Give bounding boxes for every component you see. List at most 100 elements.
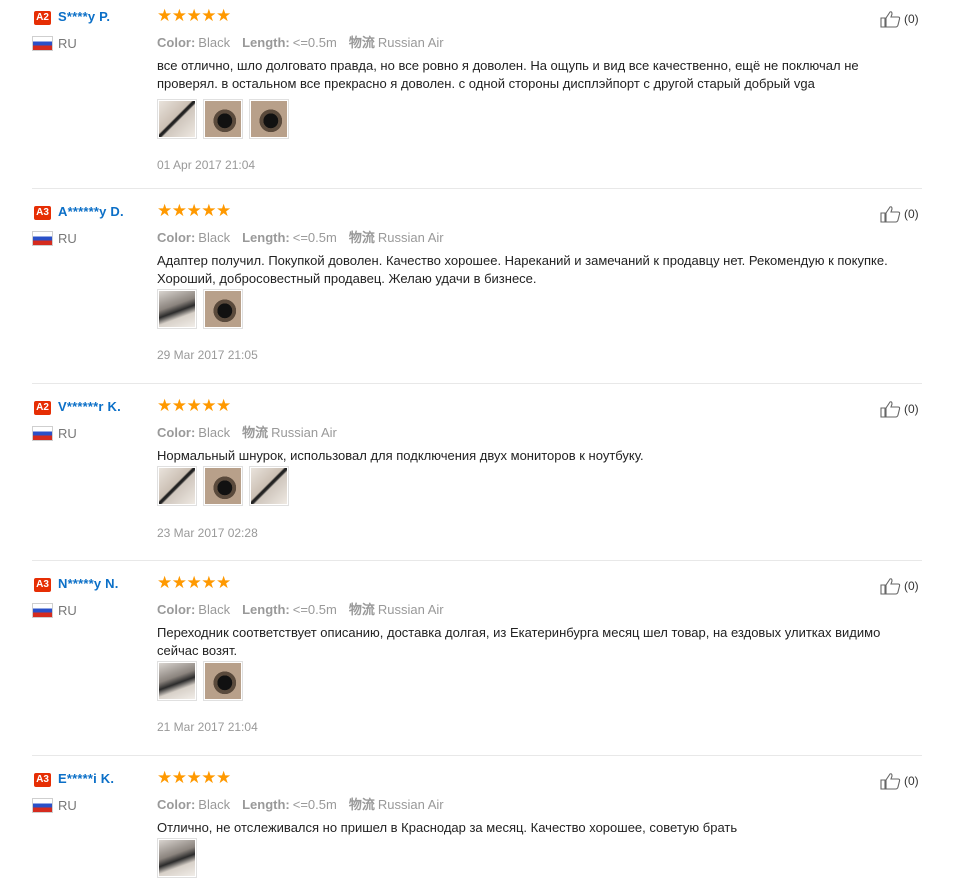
package-photo	[159, 840, 195, 876]
review-photo-thumbnail[interactable]	[203, 99, 243, 139]
review-photo-thumbnail[interactable]	[157, 289, 197, 329]
helpful-button[interactable]: (0)	[880, 577, 919, 595]
review-item: A3 N*****y N. RU ★★★★★ Color: Black Length: <=0…	[32, 573, 922, 756]
thumbs-up-icon	[880, 11, 901, 28]
length-label: Length:	[242, 797, 290, 812]
buyer-level-badge: A2	[34, 401, 51, 415]
review-item: A3 E*****i K. RU ★★★★★ Color: Black Length: <=0…	[32, 768, 922, 895]
thumbs-up-icon	[880, 773, 901, 790]
shipping-label: 物流	[348, 230, 375, 245]
reviewer-name[interactable]: V******r K.	[58, 399, 121, 414]
shipping-value: Russian Air	[377, 230, 444, 245]
color-label: Color:	[157, 425, 196, 440]
buyer-level-badge: A3	[34, 206, 51, 220]
review-photo-thumbnail[interactable]	[203, 661, 243, 701]
length-label: Length:	[242, 602, 290, 617]
order-info: Color: Black Length: <=0.5m 物流 Russian Air	[157, 794, 456, 813]
review-photo-thumbnail[interactable]	[157, 838, 197, 878]
review-item: A2 S****y P. RU ★★★★★ Color: Black Length: <=0.…	[32, 6, 922, 189]
buyer-level-badge: A3	[34, 578, 51, 592]
review-photos	[157, 838, 197, 878]
helpful-button[interactable]: (0)	[880, 772, 919, 790]
adapter-photo	[205, 468, 241, 504]
thumbs-up-icon	[880, 401, 901, 418]
russia-flag-icon	[33, 604, 52, 617]
russia-flag-icon	[33, 232, 52, 245]
order-info: Color: Black Length: <=0.5m 物流 Russian Air	[157, 32, 456, 51]
shipping-label: 物流	[348, 35, 375, 50]
review-photos	[157, 289, 243, 329]
cable-photo	[159, 468, 195, 504]
shipping-value: Russian Air	[377, 602, 444, 617]
length-label: Length:	[242, 230, 290, 245]
review-photo-thumbnail[interactable]	[157, 661, 197, 701]
review-date: 23 Mar 2017 02:28	[157, 526, 258, 540]
package-photo	[159, 291, 195, 327]
shipping-label: 物流	[242, 425, 269, 440]
shipping-value: Russian Air	[377, 797, 444, 812]
order-info: Color: Black 物流 Russian Air	[157, 422, 349, 441]
review-text: Нормальный шнурок, использовал для подкл…	[157, 448, 644, 463]
star-rating: ★★★★★	[157, 768, 231, 787]
buyer-level-badge: A2	[34, 11, 51, 25]
review-photo-thumbnail[interactable]	[249, 99, 289, 139]
length-label: Length:	[242, 35, 290, 50]
shipping-value: Russian Air	[377, 35, 444, 50]
color-value: Black	[198, 797, 231, 812]
reviewer-name[interactable]: S****y P.	[58, 9, 110, 24]
reviewer-country: RU	[58, 36, 77, 51]
russia-flag-icon	[33, 427, 52, 440]
review-photos	[157, 466, 289, 506]
star-rating: ★★★★★	[157, 396, 231, 415]
reviewer-country: RU	[58, 426, 77, 441]
review-photos	[157, 99, 289, 139]
russia-flag-icon	[33, 37, 52, 50]
review-photo-thumbnail[interactable]	[157, 466, 197, 506]
reviewer-country: RU	[58, 798, 77, 813]
reviewer-name[interactable]: N*****y N.	[58, 576, 119, 591]
helpful-count: (0)	[904, 579, 919, 593]
reviewer-country: RU	[58, 231, 77, 246]
adapter-photo	[205, 101, 241, 137]
reviewer-country: RU	[58, 603, 77, 618]
helpful-button[interactable]: (0)	[880, 400, 919, 418]
helpful-count: (0)	[904, 774, 919, 788]
color-label: Color:	[157, 797, 196, 812]
reviewer-name[interactable]: A******y D.	[58, 204, 124, 219]
cable-photo	[251, 468, 287, 504]
length-value: <=0.5m	[292, 230, 337, 245]
length-value: <=0.5m	[292, 797, 337, 812]
review-photo-thumbnail[interactable]	[203, 466, 243, 506]
helpful-button[interactable]: (0)	[880, 10, 919, 28]
reviewer-name[interactable]: E*****i K.	[58, 771, 114, 786]
star-rating: ★★★★★	[157, 573, 231, 592]
color-value: Black	[198, 602, 231, 617]
review-date: 29 Mar 2017 21:05	[157, 348, 258, 362]
package-photo	[159, 663, 195, 699]
shipping-value: Russian Air	[271, 425, 337, 440]
color-value: Black	[198, 35, 231, 50]
helpful-count: (0)	[904, 402, 919, 416]
buyer-level-badge: A3	[34, 773, 51, 787]
star-rating: ★★★★★	[157, 6, 231, 25]
helpful-count: (0)	[904, 12, 919, 26]
order-info: Color: Black Length: <=0.5m 物流 Russian Air	[157, 227, 456, 246]
review-photos	[157, 661, 243, 701]
review-photo-thumbnail[interactable]	[203, 289, 243, 329]
color-value: Black	[198, 230, 231, 245]
review-text: Адаптер получил. Покупкой доволен. Качес…	[157, 253, 888, 286]
helpful-button[interactable]: (0)	[880, 205, 919, 223]
color-label: Color:	[157, 35, 196, 50]
review-item: A2 V******r K. RU ★★★★★ Color: Black 物流 Russian…	[32, 396, 922, 561]
shipping-label: 物流	[348, 797, 375, 812]
adapter-photo	[205, 291, 241, 327]
russia-flag-icon	[33, 799, 52, 812]
review-date: 01 Apr 2017 21:04	[157, 158, 256, 172]
star-rating: ★★★★★	[157, 201, 231, 220]
thumbs-up-icon	[880, 578, 901, 595]
order-info: Color: Black Length: <=0.5m 物流 Russian Air	[157, 599, 456, 618]
review-photo-thumbnail[interactable]	[249, 466, 289, 506]
color-value: Black	[198, 425, 231, 440]
review-photo-thumbnail[interactable]	[157, 99, 197, 139]
length-value: <=0.5m	[292, 602, 337, 617]
